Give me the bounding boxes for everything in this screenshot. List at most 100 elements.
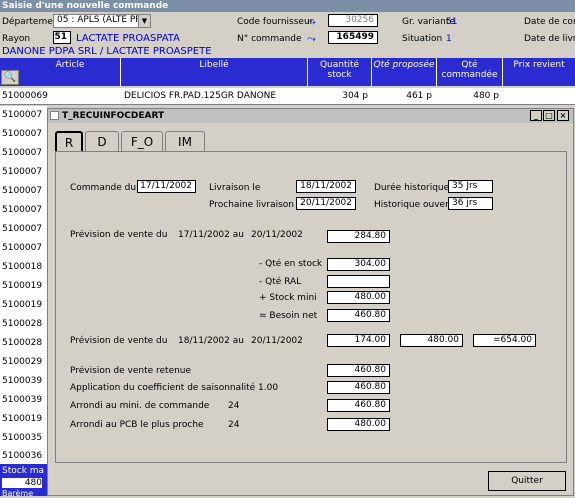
code-fournisseur-field[interactable]: 30256 bbox=[328, 14, 378, 27]
col-qte-proposee[interactable]: Qté proposée bbox=[372, 58, 437, 86]
list-item[interactable]: 5100007 bbox=[2, 110, 42, 120]
qte-ral-field[interactable] bbox=[327, 275, 390, 288]
list-item[interactable]: 5100029 bbox=[2, 357, 42, 367]
search-icon[interactable]: 🔍 bbox=[1, 70, 19, 85]
row-commandee: 480 p bbox=[473, 91, 499, 101]
prev2-field[interactable]: 174.00 bbox=[327, 334, 390, 347]
list-item[interactable]: 5100007 bbox=[2, 186, 42, 196]
list-item[interactable]: 5100007 bbox=[2, 243, 42, 253]
col-article[interactable]: Article bbox=[20, 58, 121, 86]
list-item[interactable]: 5100039 bbox=[2, 395, 42, 405]
retenue-label: Prévision de vente retenue bbox=[70, 366, 192, 376]
hist-ouvert-label: Historique ouvert bbox=[374, 200, 453, 210]
arrondi-mini-label: Arrondi au mini. de commande bbox=[70, 401, 210, 411]
arrondi-mini-num: 24 bbox=[228, 401, 240, 411]
stock-mini-label: + Stock mini bbox=[259, 293, 317, 303]
departement-value: 05 : APLS (ALTE PR bbox=[57, 15, 142, 25]
col-libelle[interactable]: Libellé bbox=[121, 58, 308, 86]
gr-variante-value: 51 bbox=[446, 17, 458, 27]
n-commande-label: N° commande bbox=[237, 34, 302, 44]
prev1-from: 17/11/2002 au bbox=[178, 230, 244, 240]
rayon-name: LACTATE PROASPATA bbox=[76, 33, 180, 44]
tab-panel-r: Commande du 17/11/2002 Livraison le 18/1… bbox=[55, 151, 567, 463]
row-stock: 304 p bbox=[342, 91, 368, 101]
livraison-le-field[interactable]: 18/11/2002 bbox=[296, 180, 356, 193]
qte-ral-label: - Qté RAL bbox=[259, 277, 302, 287]
prochaine-field[interactable]: 20/11/2002 bbox=[296, 197, 356, 210]
list-item[interactable]: 5100007 bbox=[2, 148, 42, 158]
col-prix-revient[interactable]: Prix revient bbox=[503, 58, 575, 86]
stock-mini-field[interactable]: 480.00 bbox=[327, 291, 390, 304]
besoin-field[interactable]: 460.80 bbox=[327, 309, 390, 322]
arrondi-pcb-label: Arrondi au PCB le plus proche bbox=[70, 420, 204, 430]
situation-value: 1 bbox=[446, 34, 452, 44]
row-code-list: 5100007 5100007 5100007 5100007 5100007 … bbox=[0, 106, 47, 466]
rayon-label: Rayon bbox=[2, 34, 31, 44]
supplier-line: DANONE PDPA SRL / LACTATE PROASPETE bbox=[2, 46, 212, 57]
list-item[interactable]: 5100007 bbox=[2, 205, 42, 215]
link-icon[interactable]: ⤳ bbox=[307, 15, 316, 29]
departement-select[interactable]: 05 : APLS (ALTE PR ▼ bbox=[53, 14, 151, 28]
list-item[interactable]: 5100019 bbox=[2, 414, 42, 424]
qte-stock-field[interactable]: 304.00 bbox=[327, 258, 390, 271]
quit-button[interactable]: Quitter bbox=[488, 471, 566, 491]
tab-r[interactable]: R bbox=[55, 131, 83, 151]
col-qte-commandee[interactable]: Qté commandée bbox=[437, 58, 503, 86]
prev2-label: Prévision de vente du bbox=[70, 336, 168, 346]
hist-ouvert-field[interactable]: 36 jrs bbox=[448, 197, 493, 210]
list-item[interactable]: 5100018 bbox=[2, 262, 42, 272]
code-fournisseur-label: Code fournisseur bbox=[237, 17, 314, 27]
rayon-field[interactable]: 51 bbox=[53, 31, 71, 44]
retenue-field[interactable]: 460.80 bbox=[327, 364, 390, 377]
dialog-title: T_RECUINFOCDEART bbox=[62, 111, 165, 121]
minimize-icon[interactable]: _ bbox=[530, 110, 542, 121]
col-quantite-stock[interactable]: Quantité stock bbox=[308, 58, 372, 86]
coef-label: Application du coefficient de saisonnali… bbox=[70, 383, 279, 393]
list-item[interactable]: 5100028 bbox=[2, 338, 42, 348]
list-item[interactable]: 5100007 bbox=[2, 129, 42, 139]
chevron-down-icon[interactable]: ▼ bbox=[138, 15, 150, 27]
stock-label: Stock ma bbox=[2, 466, 45, 476]
maximize-icon[interactable]: □ bbox=[543, 110, 555, 121]
duree-hist-field[interactable]: 35 Jrs bbox=[448, 180, 493, 193]
grid-header: 🔍 Article Libellé Quantité stock Qté pro… bbox=[0, 58, 575, 86]
tab-im[interactable]: IM bbox=[165, 131, 205, 151]
besoin-label: = Besoin net bbox=[259, 311, 318, 321]
arrondi-pcb-num: 24 bbox=[228, 420, 240, 430]
duree-hist-label: Durée historique bbox=[374, 183, 450, 193]
row-libelle: DELICIOS FR.PAD.125GR DANONE bbox=[124, 91, 277, 101]
qte-stock-label: - Qté en stock bbox=[259, 259, 323, 269]
prev2-field-2[interactable]: 480.00 bbox=[400, 334, 463, 347]
list-item[interactable]: 5100035 bbox=[2, 433, 42, 443]
date-commande-label: Date de comm bbox=[524, 17, 575, 27]
prochaine-label: Prochaine livraison le bbox=[209, 200, 305, 210]
list-item[interactable]: 5100028 bbox=[2, 319, 42, 329]
table-row[interactable]: 51000069 DELICIOS FR.PAD.125GR DANONE 30… bbox=[0, 88, 575, 105]
app-icon bbox=[50, 111, 59, 120]
prev2-field-3[interactable]: =654.00 bbox=[473, 334, 536, 347]
stock-value: 480 bbox=[2, 478, 42, 488]
prev1-to: 20/11/2002 bbox=[251, 230, 303, 240]
list-item[interactable]: 5100039 bbox=[2, 376, 42, 386]
list-item[interactable]: 5100019 bbox=[2, 300, 42, 310]
dialog-window: T_RECUINFOCDEART _ □ × R D F_O IM Comman… bbox=[47, 108, 574, 496]
stock-bar: Stock ma 480 Barème bbox=[0, 464, 47, 498]
livraison-le-label: Livraison le bbox=[209, 183, 261, 193]
close-icon[interactable]: × bbox=[557, 110, 569, 121]
n-commande-field[interactable]: 165499 bbox=[328, 31, 378, 44]
tab-f-o[interactable]: F_O bbox=[121, 131, 163, 151]
prev1-field[interactable]: 284.80 bbox=[327, 230, 390, 243]
dialog-title-bar[interactable]: T_RECUINFOCDEART _ □ × bbox=[48, 109, 573, 123]
arrondi-pcb-field[interactable]: 480.00 bbox=[327, 418, 390, 431]
arrondi-mini-field[interactable]: 460.80 bbox=[327, 399, 390, 412]
list-item[interactable]: 5100007 bbox=[2, 167, 42, 177]
link-icon[interactable]: ⤳ bbox=[307, 32, 316, 46]
list-item[interactable]: 5100019 bbox=[2, 281, 42, 291]
list-item[interactable]: 5100007 bbox=[2, 224, 42, 234]
prev1-label: Prévision de vente du bbox=[70, 230, 168, 240]
tab-d[interactable]: D bbox=[85, 131, 119, 151]
coef-field[interactable]: 460.80 bbox=[327, 381, 390, 394]
row-article: 51000069 bbox=[2, 91, 48, 101]
commande-du-field[interactable]: 17/11/2002 bbox=[137, 180, 196, 193]
list-item[interactable]: 5100036 bbox=[2, 451, 42, 461]
